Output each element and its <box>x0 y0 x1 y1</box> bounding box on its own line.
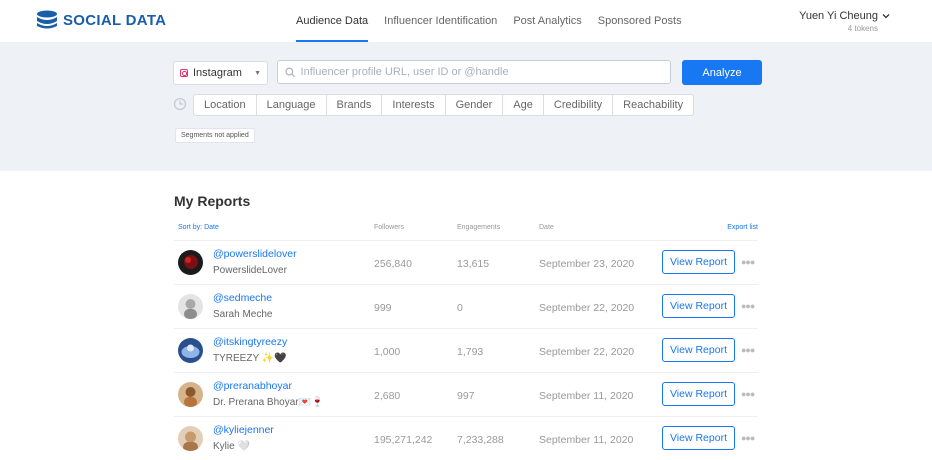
analyze-button[interactable]: Analyze <box>682 60 762 85</box>
date-value: September 11, 2020 <box>539 434 634 446</box>
search-icon <box>285 67 295 77</box>
chevron-down-icon <box>882 14 890 19</box>
column-date: Date <box>539 224 554 231</box>
report-name: PowerslideLover <box>213 265 287 276</box>
table-row: @powerslidelover PowerslideLover 256,840… <box>174 240 758 284</box>
engagements-value: 997 <box>457 390 475 402</box>
sort-by-date[interactable]: Sort by: Date <box>178 224 219 231</box>
platform-label: Instagram <box>193 67 242 79</box>
avatar[interactable] <box>178 250 203 275</box>
user-name: Yuen Yi Cheung <box>799 10 878 22</box>
report-name: TYREEZY ✨🖤 <box>213 353 287 364</box>
more-options-icon[interactable]: ●●● <box>741 433 755 443</box>
filter-brands[interactable]: Brands <box>327 95 383 115</box>
followers-value: 1,000 <box>374 346 401 358</box>
date-value: September 22, 2020 <box>539 302 635 314</box>
filter-interests[interactable]: Interests <box>382 95 446 115</box>
token-count: 4 tokens <box>847 24 878 33</box>
user-menu[interactable]: Yuen Yi Cheung 4 tokens <box>799 10 890 33</box>
report-handle[interactable]: @powerslidelover <box>213 248 297 260</box>
date-value: September 22, 2020 <box>539 346 635 358</box>
engagements-value: 0 <box>457 302 463 314</box>
brand-name: SOCIAL DATA <box>63 11 167 29</box>
database-icon <box>37 10 57 29</box>
view-report-button[interactable]: View Report <box>662 250 735 274</box>
avatar[interactable] <box>178 382 203 407</box>
more-options-icon[interactable]: ●●● <box>741 389 755 399</box>
report-handle[interactable]: @itskingtyreezy <box>213 336 287 348</box>
engagements-value: 13,615 <box>457 258 490 270</box>
view-report-button[interactable]: View Report <box>662 382 735 406</box>
table-row: @sedmeche Sarah Meche 999 0 September 22… <box>174 284 758 328</box>
column-followers: Followers <box>374 224 404 231</box>
column-engagements: Engagements <box>457 224 501 231</box>
caret-down-icon: ▼ <box>254 69 261 77</box>
search-box[interactable] <box>277 60 671 84</box>
view-report-button[interactable]: View Report <box>662 294 735 318</box>
export-list-link[interactable]: Export list <box>727 224 758 231</box>
tab-post-analytics[interactable]: Post Analytics <box>513 0 581 42</box>
report-name: Kylie 🤍 <box>213 441 250 452</box>
more-options-icon[interactable]: ●●● <box>741 345 755 355</box>
instagram-icon <box>180 69 188 77</box>
table-row: @preranabhoyar Dr. Prerana Bhoyar💌🍷 2,68… <box>174 372 758 416</box>
filter-bar: Location Language Brands Interests Gende… <box>193 94 695 116</box>
avatar[interactable] <box>178 294 203 319</box>
filter-reachability[interactable]: Reachability <box>613 95 693 115</box>
tab-audience-data[interactable]: Audience Data <box>296 0 369 42</box>
filter-age[interactable]: Age <box>503 95 544 115</box>
table-row: @kyliejenner Kylie 🤍 195,271,242 7,233,2… <box>174 416 758 460</box>
filter-location[interactable]: Location <box>194 95 257 115</box>
clock-icon[interactable] <box>173 97 187 111</box>
followers-value: 2,680 <box>374 390 401 402</box>
tab-sponsored-posts[interactable]: Sponsored Posts <box>598 0 682 42</box>
filter-language[interactable]: Language <box>257 95 327 115</box>
report-handle[interactable]: @sedmeche <box>213 292 272 304</box>
followers-value: 999 <box>374 302 392 314</box>
filter-gender[interactable]: Gender <box>446 95 504 115</box>
platform-select[interactable]: Instagram ▼ <box>173 61 268 85</box>
avatar[interactable] <box>178 426 203 451</box>
main-nav: Audience Data Influencer Identification … <box>296 0 682 42</box>
date-value: September 11, 2020 <box>539 390 634 402</box>
segments-badge: Segments not applied <box>175 128 255 143</box>
avatar[interactable] <box>178 338 203 363</box>
more-options-icon[interactable]: ●●● <box>741 257 755 267</box>
reports-title: My Reports <box>174 193 251 209</box>
report-handle[interactable]: @preranabhoyar <box>213 380 292 392</box>
filter-credibility[interactable]: Credibility <box>544 95 614 115</box>
more-options-icon[interactable]: ●●● <box>741 301 755 311</box>
followers-value: 195,271,242 <box>374 434 433 446</box>
report-name: Dr. Prerana Bhoyar💌🍷 <box>213 397 324 408</box>
view-report-button[interactable]: View Report <box>662 338 735 362</box>
engagements-value: 7,233,288 <box>457 434 504 446</box>
table-header: Sort by: Date Followers Engagements Date… <box>174 224 758 238</box>
brand-logo[interactable]: SOCIAL DATA <box>36 10 166 30</box>
search-input[interactable] <box>300 66 663 78</box>
view-report-button[interactable]: View Report <box>662 426 735 450</box>
report-handle[interactable]: @kyliejenner <box>213 424 274 436</box>
engagements-value: 1,793 <box>457 346 484 358</box>
top-bar: SOCIAL DATA Audience Data Influencer Ide… <box>0 0 932 42</box>
date-value: September 23, 2020 <box>539 258 635 270</box>
followers-value: 256,840 <box>374 258 412 270</box>
report-name: Sarah Meche <box>213 309 273 320</box>
table-row: @itskingtyreezy TYREEZY ✨🖤 1,000 1,793 S… <box>174 328 758 372</box>
tab-influencer-identification[interactable]: Influencer Identification <box>384 0 497 42</box>
